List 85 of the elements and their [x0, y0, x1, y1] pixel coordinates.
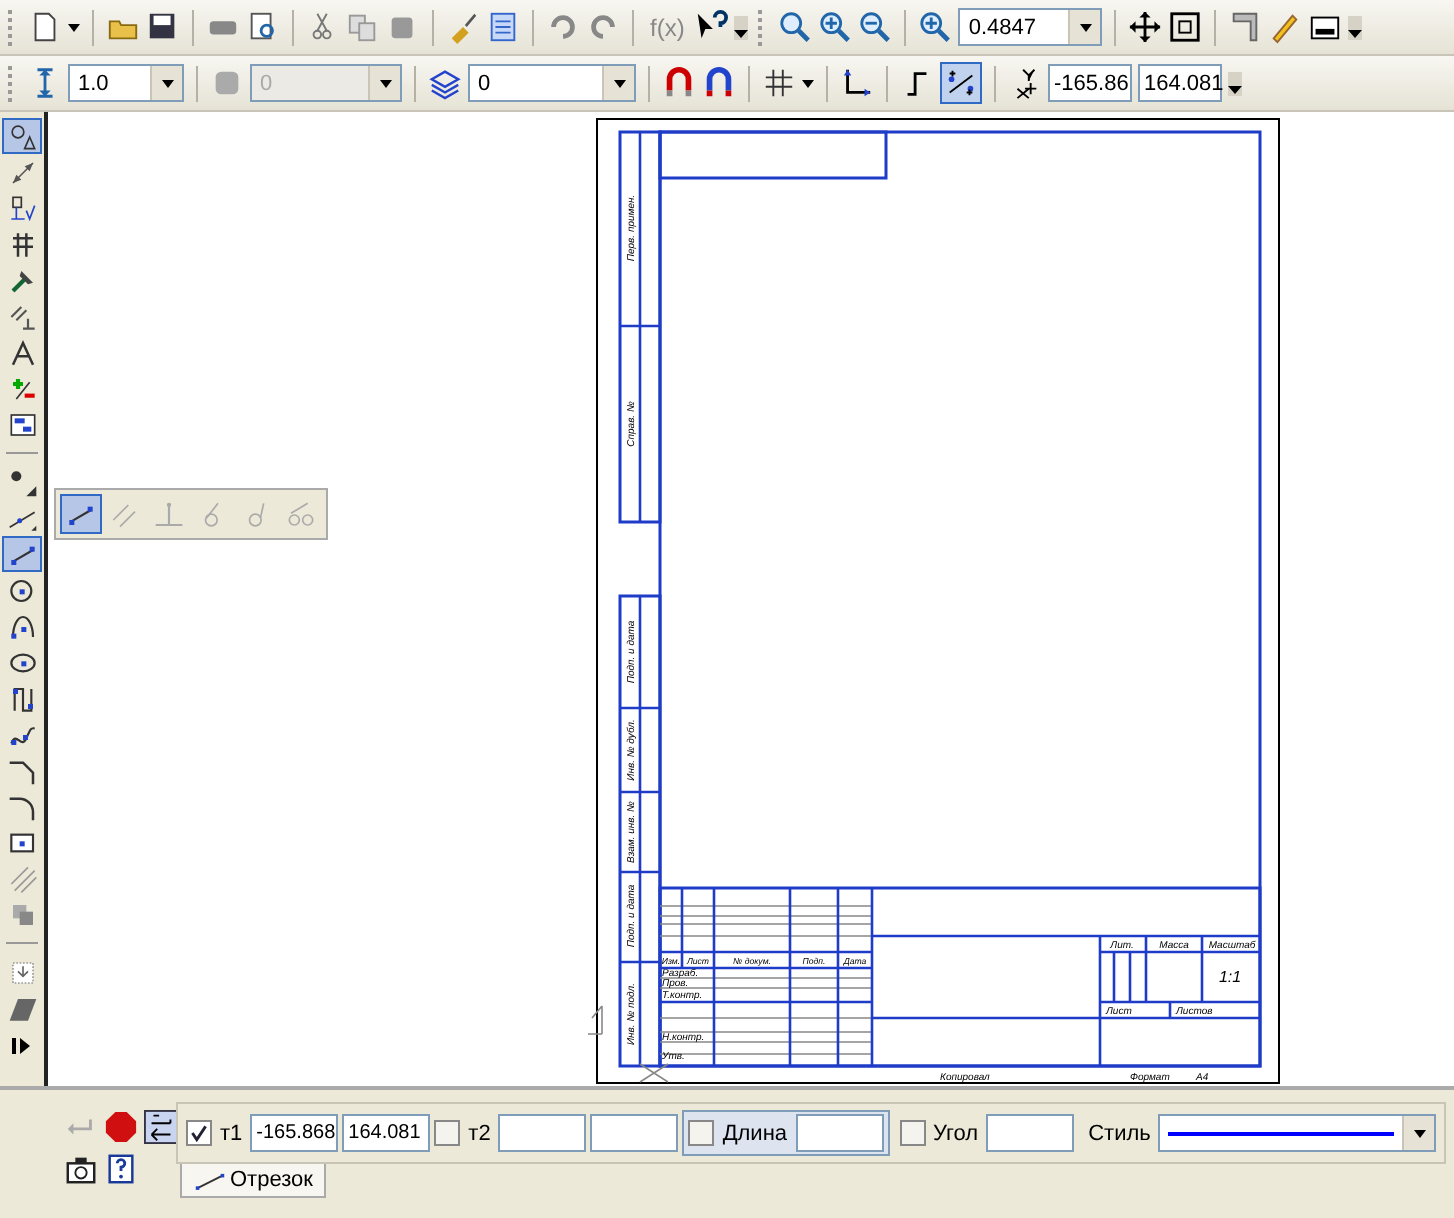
dropdown-arrow-icon[interactable] — [1079, 23, 1092, 31]
brush-icon[interactable] — [446, 10, 480, 44]
zoom-in-icon[interactable] — [818, 10, 853, 44]
x-coordinate-field[interactable]: -165.86 — [1048, 64, 1132, 102]
plane-icon — [7, 993, 37, 1023]
segment-tab[interactable]: Отрезок — [180, 1164, 327, 1198]
layers-icon[interactable] — [428, 66, 462, 100]
dropdown-arrow-icon[interactable] — [802, 79, 814, 87]
stop-icon[interactable] — [104, 1110, 138, 1144]
dropdown-arrow-icon[interactable] — [1413, 1129, 1425, 1137]
copy-icon[interactable] — [346, 10, 380, 44]
layer-combo[interactable]: 0 — [468, 64, 636, 102]
axes-icon[interactable] — [840, 66, 874, 100]
fit-frame-icon[interactable] — [1168, 10, 1203, 44]
ruler-icon[interactable] — [1228, 10, 1263, 44]
overflow-icon[interactable] — [1348, 15, 1363, 39]
y-coordinate-field[interactable]: 164.081 — [1138, 64, 1222, 102]
length-label: Длина — [720, 1121, 790, 1145]
compass-icon — [7, 337, 37, 367]
segment-tool-button[interactable] — [60, 494, 102, 534]
search-icon[interactable] — [778, 10, 813, 44]
line-style-combo[interactable] — [1158, 1114, 1436, 1152]
dropdown-arrow-icon[interactable] — [68, 23, 80, 31]
snap-icon — [944, 66, 978, 100]
fillet-icon — [7, 791, 37, 821]
hatch-icon — [7, 863, 37, 893]
point2-label: т2 — [466, 1121, 493, 1145]
help-icon[interactable] — [104, 1152, 138, 1186]
point2-x-field[interactable] — [498, 1114, 587, 1152]
segment-icon — [194, 1169, 226, 1191]
camera-icon[interactable] — [64, 1152, 98, 1186]
polyline-icon — [7, 683, 37, 713]
point1-y-field[interactable]: 164.081 — [342, 1114, 431, 1152]
length-checkbox[interactable] — [688, 1120, 715, 1146]
arc-icon — [7, 611, 37, 641]
dropdown-arrow-icon[interactable] — [613, 79, 625, 87]
annotation-icon — [7, 193, 37, 223]
undo-icon[interactable] — [546, 10, 580, 44]
point1-x-field[interactable]: -165.868 — [250, 1114, 339, 1152]
magnet-icon[interactable] — [662, 66, 696, 100]
parallel-line-icon — [110, 499, 140, 529]
length-field[interactable] — [795, 1114, 884, 1152]
angle-label: Угол — [931, 1121, 981, 1145]
print-preview-icon[interactable] — [246, 10, 280, 44]
grid-icon[interactable] — [762, 66, 796, 100]
geometry-select-icon — [7, 121, 37, 151]
line-scale-combo[interactable]: 1.0 — [68, 64, 184, 102]
point1-label: т1 — [218, 1121, 245, 1145]
segment-tool-button[interactable] — [2, 536, 42, 572]
style-label: Стиль — [1086, 1121, 1153, 1145]
pencil-icon[interactable] — [1268, 10, 1303, 44]
table-icon — [7, 229, 37, 259]
scale-value: 1:1 — [1218, 968, 1242, 986]
magnet-icon[interactable] — [702, 66, 736, 100]
fill-icon — [7, 899, 37, 929]
dropdown-arrow-icon[interactable] — [161, 79, 173, 87]
overflow-icon[interactable] — [734, 15, 749, 39]
insert-icon — [7, 957, 37, 987]
zoom-out-icon[interactable] — [858, 10, 893, 44]
snap-button[interactable] — [940, 62, 982, 104]
dimension-icon — [7, 157, 37, 187]
bitangent-line-icon — [286, 499, 316, 529]
view-icon — [7, 409, 37, 439]
help-pointer-icon[interactable] — [694, 10, 729, 44]
angle-checkbox[interactable] — [899, 1120, 926, 1146]
selection-icon — [7, 373, 37, 403]
perpendicular-line-icon — [154, 499, 184, 529]
circle-icon — [7, 575, 37, 605]
zoom-in-icon[interactable] — [918, 10, 953, 44]
expand-arrow-icon[interactable] — [12, 1038, 32, 1054]
parametric-icon — [7, 301, 37, 331]
overflow-icon[interactable] — [1228, 71, 1242, 95]
hammer-icon — [7, 265, 37, 295]
auto-create-icon[interactable] — [144, 1110, 178, 1144]
angle-field[interactable] — [986, 1114, 1075, 1152]
point2-checkbox[interactable] — [434, 1120, 461, 1146]
chamfer-icon — [7, 755, 37, 785]
zoom-combo[interactable]: 0.4847 — [958, 8, 1103, 46]
geometry-select-tool-button[interactable] — [2, 118, 42, 154]
pan-icon[interactable] — [1128, 10, 1163, 44]
point2-y-field[interactable] — [590, 1114, 679, 1152]
list-icon[interactable] — [486, 10, 520, 44]
redo-icon[interactable] — [586, 10, 620, 44]
point-icon — [7, 467, 37, 497]
point1-checkbox[interactable] — [186, 1120, 212, 1146]
